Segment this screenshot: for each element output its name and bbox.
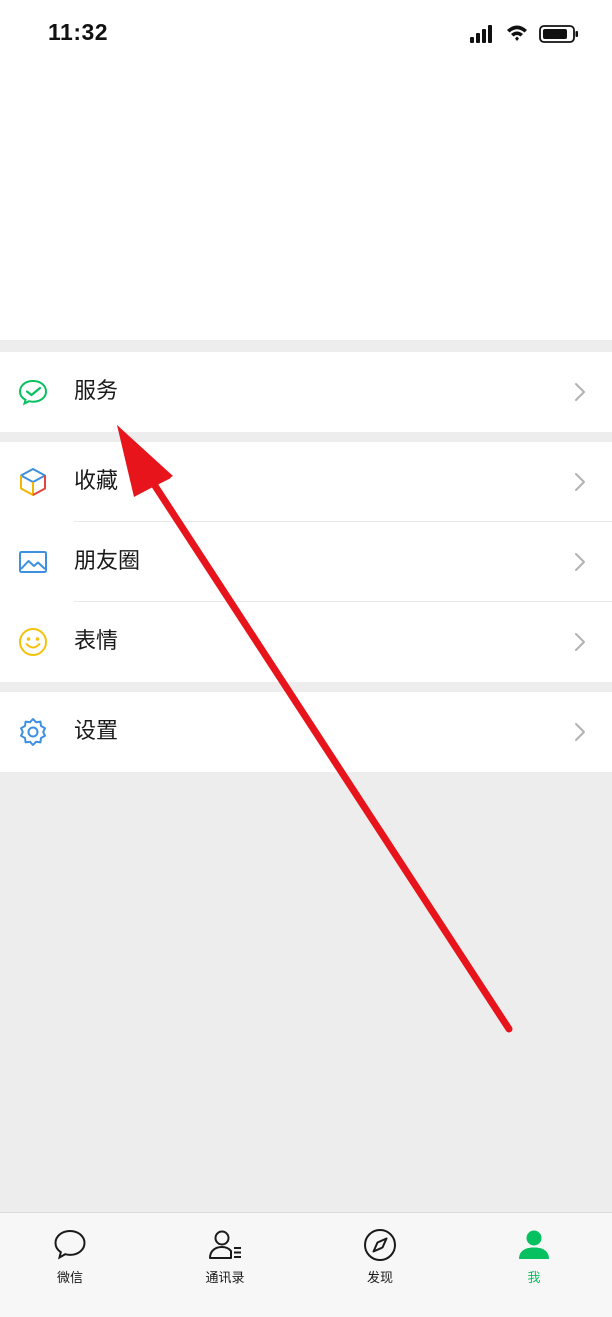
annotation-arrow [117, 425, 513, 1033]
